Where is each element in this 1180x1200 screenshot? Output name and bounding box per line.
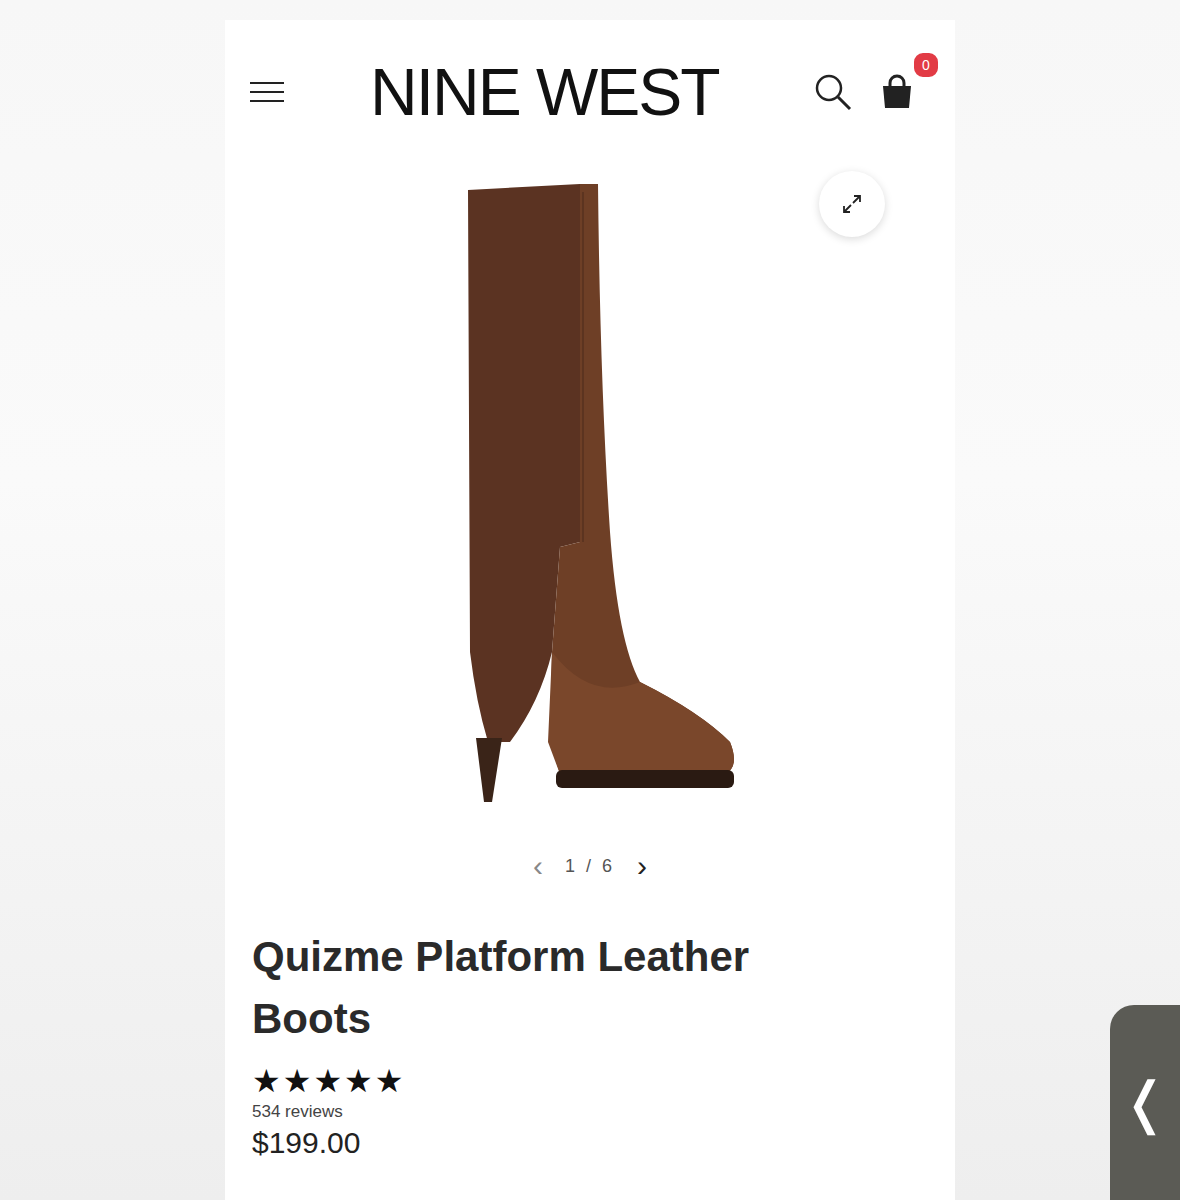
star-icon: ★ [375, 1064, 404, 1098]
image-counter: 1 / 6 [565, 856, 615, 877]
star-icon: ★ [252, 1064, 281, 1098]
expand-image-button[interactable] [819, 171, 885, 237]
previous-image-button[interactable]: ‹ [533, 851, 543, 881]
site-header: NINE WEST 0 [225, 20, 955, 132]
menu-button[interactable] [250, 80, 286, 104]
product-price: $199.00 [252, 1126, 935, 1160]
star-icon: ★ [313, 1064, 342, 1098]
hamburger-icon [250, 80, 284, 104]
product-title: Quizme Platform Leather Boots [252, 926, 872, 1050]
product-gallery [225, 132, 955, 842]
phone-screen: NINE WEST 0 ‹ 1 / 6 › Quizme Platform Le… [225, 20, 955, 1200]
boot-product-image [440, 182, 740, 812]
product-info: Quizme Platform Leather Boots ★★★★★ 534 … [225, 884, 955, 1160]
search-button[interactable] [813, 72, 853, 112]
edge-back-tab[interactable]: ❬ [1110, 1005, 1180, 1200]
cart-count-badge: 0 [911, 50, 941, 80]
star-icon: ★ [283, 1064, 312, 1098]
shopping-bag-icon [879, 74, 915, 110]
cart-button[interactable]: 0 [879, 74, 915, 110]
magnifier-icon [813, 72, 853, 112]
gallery-pagination: ‹ 1 / 6 › [225, 848, 955, 884]
star-rating[interactable]: ★★★★★ [252, 1064, 935, 1098]
review-count[interactable]: 534 reviews [252, 1102, 935, 1122]
back-chevron-icon: ❬ [1122, 1075, 1169, 1131]
expand-arrows-icon [840, 192, 864, 216]
page: NINE WEST 0 ‹ 1 / 6 › Quizme Platform Le… [0, 0, 1180, 1200]
next-image-button[interactable]: › [637, 851, 647, 881]
brand-logo[interactable]: NINE WEST [370, 56, 719, 129]
star-icon: ★ [344, 1064, 373, 1098]
blurred-background-left [0, 0, 225, 1200]
